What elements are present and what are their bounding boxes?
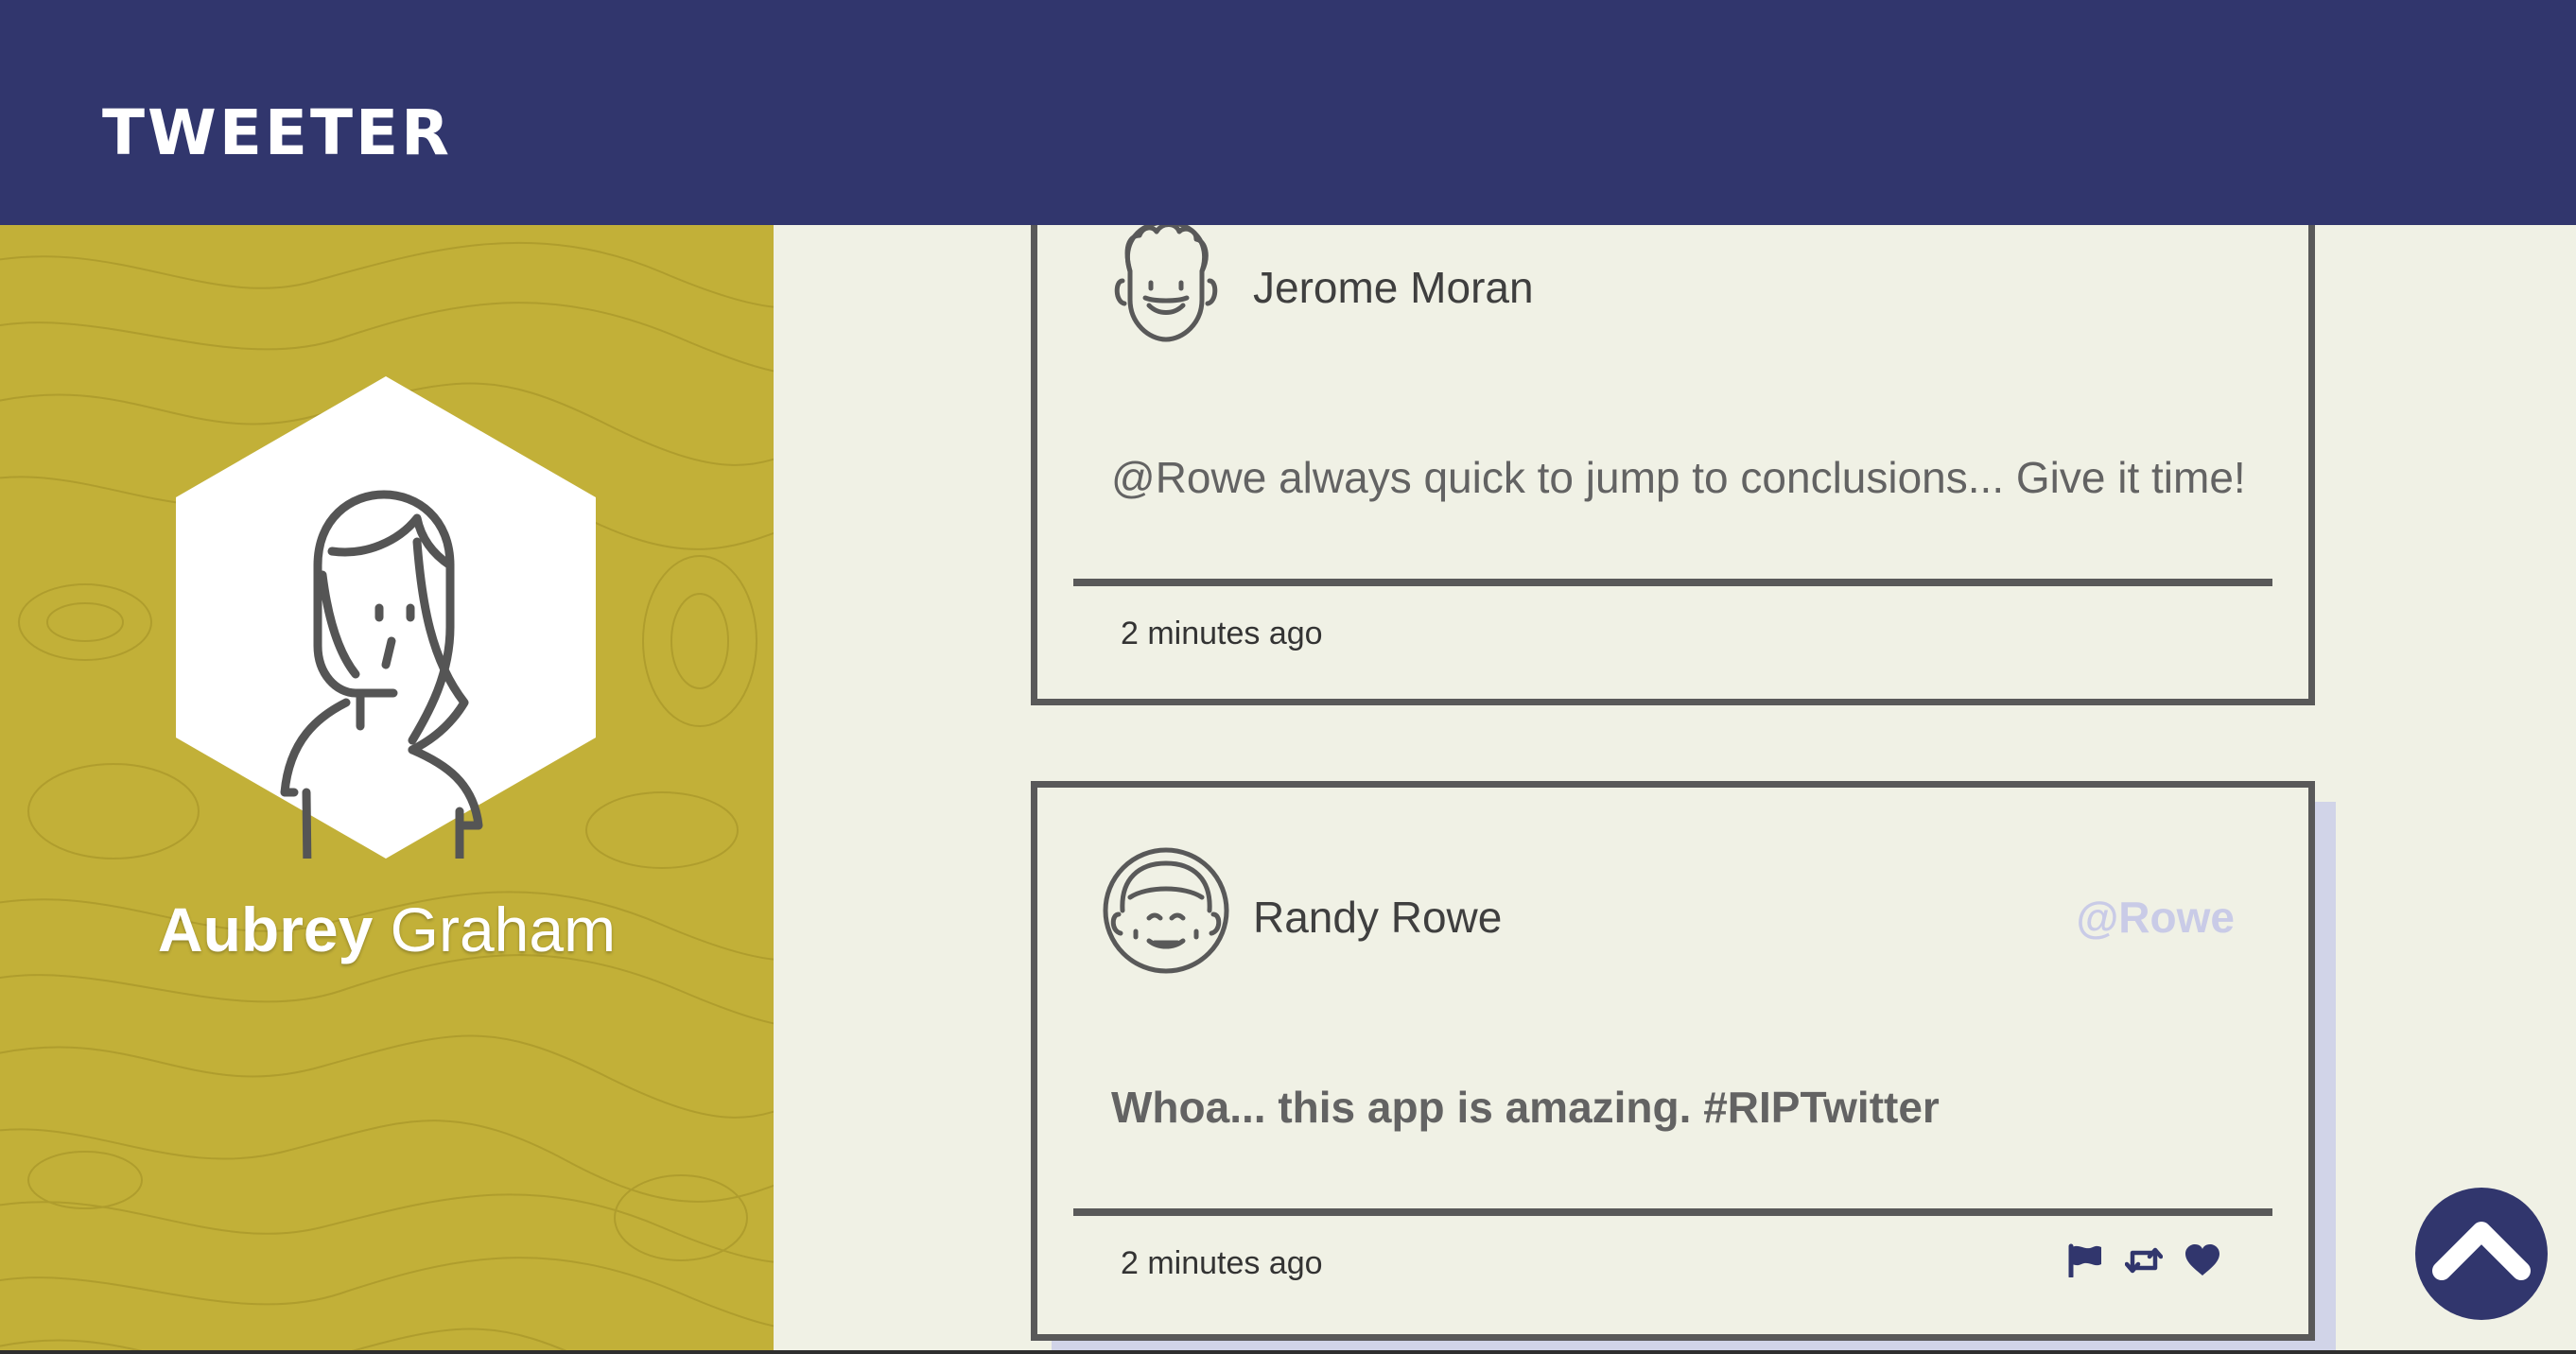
tweet-author[interactable]: Jerome Moran: [1253, 266, 1534, 309]
tweet-author[interactable]: Randy Rowe: [1253, 895, 1502, 939]
tweet-timestamp: 2 minutes ago: [1121, 1245, 1323, 1281]
tweet-text: @Rowe always quick to jump to conclusion…: [1111, 453, 2246, 502]
heart-icon[interactable]: [2184, 1243, 2221, 1277]
tweet-timestamp: 2 minutes ago: [1121, 616, 1323, 651]
top-nav: TWEETER: [0, 0, 2576, 225]
smiling-man-avatar-icon: [1102, 844, 1230, 977]
woman-avatar-icon: [176, 376, 596, 958]
profile-last-name: Graham: [390, 894, 617, 964]
brand-logo[interactable]: TWEETER: [102, 102, 452, 165]
tweet-text: Whoa... this app is amazing. #RIPTwitter: [1111, 1083, 1940, 1132]
tweet-divider: [1073, 579, 2272, 586]
scroll-to-top-button[interactable]: [2415, 1188, 2548, 1320]
profile-avatar: [176, 376, 596, 958]
tweet-handle[interactable]: @Rowe: [2076, 895, 2235, 939]
profile-sidebar: Aubrey Graham: [0, 225, 774, 1354]
tweet-divider: [1073, 1208, 2272, 1216]
retweet-icon[interactable]: [2125, 1243, 2163, 1277]
chevron-up-icon: [2432, 1222, 2531, 1280]
tweet-card: Randy Rowe @Rowe Whoa... this app is ama…: [1031, 781, 2315, 1341]
curly-hair-man-avatar-icon: [1102, 215, 1230, 347]
tweet-card: Jerome Moran @Rowe always quick to jump …: [1031, 151, 2315, 705]
tweet-actions: [2066, 1243, 2221, 1277]
profile-first-name: Aubrey: [157, 894, 374, 964]
app-frame: TWEETER Aubrey Graham Jerome Moran @Rowe…: [0, 0, 2576, 1354]
window-bottom-edge: [0, 1350, 2576, 1354]
profile-name: Aubrey Graham: [0, 898, 774, 961]
flag-icon[interactable]: [2066, 1243, 2104, 1277]
